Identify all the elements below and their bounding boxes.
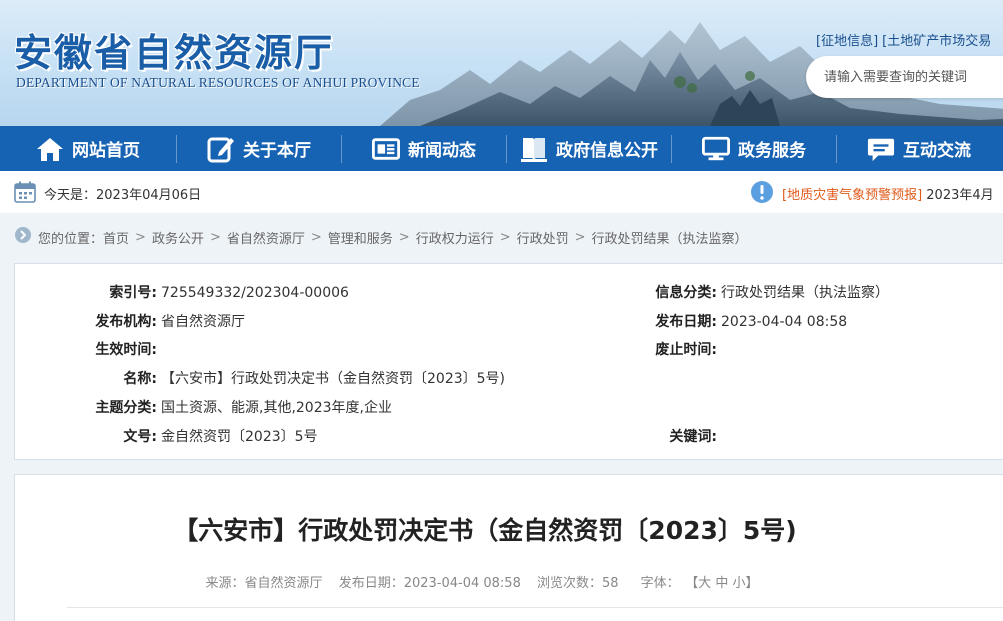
calendar-icon — [14, 181, 36, 207]
breadcrumb-item[interactable]: 行政处罚结果（执法监察） — [592, 228, 748, 247]
breadcrumb-separator: > — [499, 229, 511, 245]
nav-label: 新闻动态 — [408, 141, 476, 161]
nav-item-interaction[interactable]: 互动交流 — [837, 126, 1001, 171]
breadcrumb-separator: > — [209, 229, 221, 245]
article-date: 发布日期：2023-04-04 08:58 — [338, 576, 521, 591]
alert-icon — [750, 180, 774, 208]
breadcrumb-item[interactable]: 管理和服务 — [328, 228, 393, 247]
today-date: 今天是：2023年04月06日 — [44, 188, 202, 203]
breadcrumb-item[interactable]: 行政处罚 — [517, 228, 569, 247]
chat-icon — [867, 135, 895, 163]
info-effective-time: 生效时间: — [95, 342, 157, 358]
breadcrumb-prefix: 您的位置： — [38, 231, 104, 247]
info-topic-category: 主题分类: 国土资源、能源,其他,2023年度,企业 — [95, 400, 392, 416]
monitor-icon — [702, 135, 730, 163]
site-header: 安徽省自然资源厅 DEPARTMENT OF NATURAL RESOURCES… — [0, 0, 1003, 126]
font-size-options[interactable]: 【大 中 小】 — [692, 576, 759, 591]
nav-label: 互动交流 — [903, 141, 971, 161]
article-meta: 来源：省自然资源厅 发布日期：2023-04-04 08:58 浏览次数：58 … — [15, 572, 955, 591]
site-subtitle: DEPARTMENT OF NATURAL RESOURCES OF ANHUI… — [16, 75, 420, 90]
nav-item-gov-info[interactable]: 政府信息公开 — [507, 126, 671, 171]
breadcrumb-separator: > — [310, 229, 322, 245]
nav-label: 政务服务 — [738, 141, 806, 161]
date-bar: 今天是：2023年04月06日 [地质灾害气象预警预报] 2023年4月 — [0, 171, 1003, 213]
article-source: 来源：省自然资源厅 — [205, 576, 323, 591]
home-icon — [36, 135, 64, 163]
alert-ticker: [地质灾害气象预警预报] 2023年4月 — [782, 184, 994, 203]
nav-label: 网站首页 — [72, 141, 140, 161]
font-size-control: 字体： 【大 中 小】 — [635, 576, 765, 591]
nav-item-news[interactable]: 新闻动态 — [342, 126, 506, 171]
top-link-market-trading[interactable]: [土地矿产市场交易 — [882, 34, 991, 49]
info-expiry-time: 废止时间: — [655, 342, 717, 358]
site-title: 安徽省自然资源厅 — [14, 30, 335, 75]
nav-item-about[interactable]: 关于本厅 — [177, 126, 341, 171]
alert-date: 2023年4月 — [922, 188, 994, 203]
info-publisher: 发布机构: 省自然资源厅 — [95, 314, 245, 330]
breadcrumb-separator: > — [135, 229, 146, 245]
info-classification: 信息分类: 行政处罚结果（执法监察） — [655, 285, 889, 301]
book-icon — [520, 135, 548, 163]
article-container: 【六安市】行政处罚决定书（金自然资罚〔2023〕5号) 来源：省自然资源厅 发布… — [14, 474, 1003, 621]
top-links: [征地信息] [土地矿产市场交易 — [816, 30, 995, 49]
font-size-label: 字体： — [640, 576, 680, 591]
nav-label: 关于本厅 — [243, 141, 311, 161]
news-icon — [372, 135, 400, 163]
geo-disaster-warning-link[interactable]: [地质灾害气象预警预报] — [782, 188, 922, 203]
info-index-number: 索引号: 725549332/202304-00006 — [109, 285, 349, 301]
breadcrumb-item[interactable]: 行政权力运行 — [416, 228, 494, 247]
search-input[interactable] — [824, 69, 1003, 85]
info-keywords: 关键词: — [669, 429, 717, 445]
info-publish-date: 发布日期: 2023-04-04 08:58 — [655, 314, 848, 330]
location-icon — [14, 226, 32, 248]
nav-item-services[interactable]: 政务服务 — [672, 126, 836, 171]
article-divider — [67, 607, 1003, 608]
search-box — [806, 56, 1003, 98]
document-info-panel: 索引号: 725549332/202304-00006 发布机构: 省自然资源厅 生… — [14, 263, 1003, 460]
main-nav: 网站首页 关于本厅 新闻动态 政府信息公开 政务服务 互动交流 — [0, 126, 1003, 171]
edit-icon — [207, 135, 235, 163]
breadcrumb-item[interactable]: 省自然资源厅 — [227, 228, 305, 247]
top-link-land-acquisition[interactable]: [征地信息] — [816, 34, 878, 49]
breadcrumb-item[interactable]: 政务公开 — [152, 228, 204, 247]
article-views: 浏览次数：58 — [536, 576, 619, 591]
nav-item-home[interactable]: 网站首页 — [0, 126, 176, 171]
nav-label: 政府信息公开 — [556, 141, 658, 161]
breadcrumb-separator: > — [574, 229, 586, 245]
breadcrumb: 您的位置： 首页 > 政务公开 > 省自然资源厅 > 管理和服务 > 行政权力运… — [14, 226, 748, 248]
info-document-number: 文号: 金自然资罚〔2023〕5号 — [123, 429, 318, 445]
article-title: 【六安市】行政处罚决定书（金自然资罚〔2023〕5号) — [173, 516, 797, 545]
breadcrumb-item[interactable]: 首页 — [103, 228, 129, 247]
info-name: 名称: 【六安市】行政处罚决定书（金自然资罚〔2023〕5号) — [123, 371, 505, 387]
breadcrumb-separator: > — [398, 229, 410, 245]
